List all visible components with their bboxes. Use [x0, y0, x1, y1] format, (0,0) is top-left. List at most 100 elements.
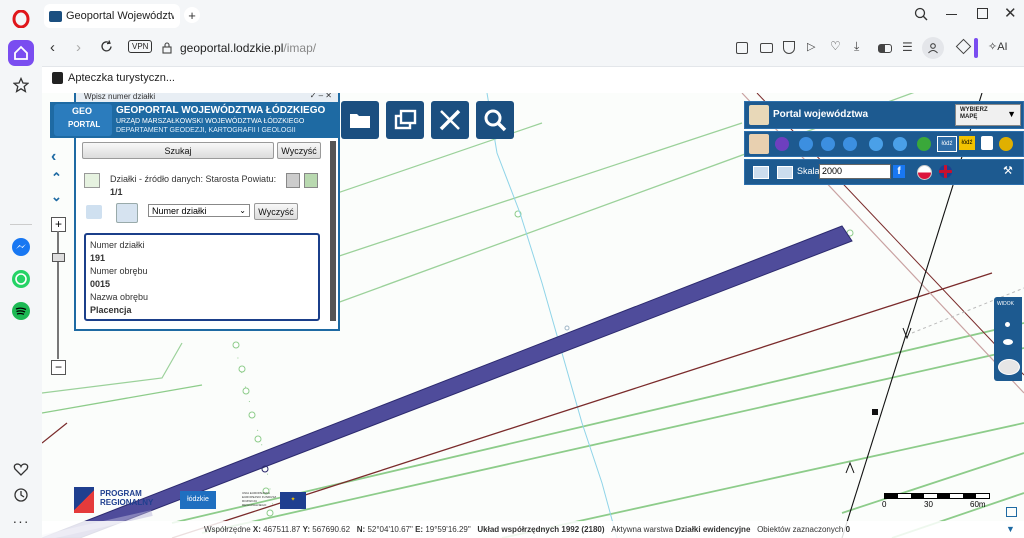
ai-button[interactable]: ✧AI: [988, 40, 1008, 53]
whatsapp-icon[interactable]: [8, 266, 34, 292]
more-icon[interactable]: ···: [8, 508, 34, 534]
parcel-search-panel: Wpisz numer działki ✓ – ✕ GEO PORTAL GEO…: [50, 93, 340, 331]
scale-row: Skala 2000 f ⚒: [744, 159, 1024, 185]
opera-logo-icon[interactable]: [8, 6, 34, 32]
fullscreen-icon[interactable]: [1006, 507, 1017, 517]
scale-bar-label-30: 30: [924, 500, 933, 509]
collapse-arrow-icon[interactable]: ▼: [1006, 524, 1015, 534]
scale-bar-label-0: 0: [882, 500, 887, 509]
home-icon[interactable]: [8, 40, 34, 66]
tab-geoportal[interactable]: Geoportal Województwa Ł: [44, 4, 180, 28]
close-icon[interactable]: ✕: [1004, 4, 1017, 22]
vpn-badge[interactable]: VPN: [128, 40, 153, 53]
portal-row: Portal województwa WYBIERZ MAPĘ ▼: [744, 101, 1024, 129]
map-print-icon[interactable]: [753, 166, 769, 179]
zoom-box-icon[interactable]: [775, 137, 789, 151]
windows-button[interactable]: [386, 101, 424, 139]
panel-controls-icon[interactable]: ✓ – ✕: [310, 93, 332, 100]
search-submit-button[interactable]: Szukaj: [82, 142, 274, 159]
search-button[interactable]: [476, 101, 514, 139]
zoom-slider-handle[interactable]: [52, 253, 65, 262]
zoom-slider-track[interactable]: [57, 231, 59, 359]
zoom-in-alt-icon[interactable]: [821, 137, 835, 151]
camera-icon[interactable]: [760, 43, 773, 53]
user-icon[interactable]: [981, 136, 993, 150]
browser-sidebar: ···: [0, 0, 42, 538]
info-icon[interactable]: [917, 137, 931, 151]
back-icon[interactable]: ‹: [50, 39, 55, 56]
scale-input[interactable]: 2000: [819, 164, 891, 179]
pan-up-icon[interactable]: ⌃: [51, 170, 62, 186]
print-icon[interactable]: [286, 173, 300, 188]
zoom-out-icon[interactable]: [843, 137, 857, 151]
new-tab-button[interactable]: +: [184, 7, 200, 23]
profile-icon[interactable]: [922, 37, 944, 59]
map-save-icon[interactable]: [777, 166, 793, 179]
status-bar: Współrzędne X: 467511.87 Y: 567690.62 N:…: [42, 521, 1024, 538]
lodz-button[interactable]: łódź: [937, 136, 957, 152]
scale-label: Skala: [797, 166, 820, 176]
measure-tools-button[interactable]: [431, 101, 469, 139]
choose-map-button[interactable]: WYBIERZ MAPĘ ▼: [955, 104, 1021, 126]
heart-url-icon[interactable]: ♡: [830, 39, 841, 53]
panel-scrollbar[interactable]: [330, 141, 336, 321]
prev-view-icon[interactable]: [869, 137, 883, 151]
map-canvas[interactable]: ‹ ⌃ ⌄ + − Wpisz numer działki ✓ – ✕ GEO …: [42, 93, 1024, 538]
url-field[interactable]: geoportal.lodzkie.pl/imap/: [180, 41, 316, 55]
minimize-icon[interactable]: [946, 14, 957, 15]
polish-flag-icon[interactable]: [917, 165, 932, 180]
filter-add-icon[interactable]: [86, 205, 102, 219]
restore-icon[interactable]: [977, 8, 988, 19]
send-icon[interactable]: ▷: [807, 40, 815, 53]
history-icon[interactable]: [8, 482, 34, 508]
battery-icon[interactable]: [878, 44, 892, 53]
zoom-out-button[interactable]: −: [51, 360, 66, 375]
english-flag-icon[interactable]: [939, 165, 952, 178]
result-label-1: Numer działki: [90, 240, 145, 250]
program-regionalny-logo: PROGRAM REGIONALNY: [74, 485, 154, 515]
eye-small-icon[interactable]: [1003, 339, 1013, 345]
map-thumb-icon[interactable]: [84, 173, 100, 188]
search-type-select[interactable]: Numer działki ⌄: [148, 204, 250, 217]
forward-icon[interactable]: ›: [76, 39, 81, 56]
sidebar-toggle-indicator[interactable]: [974, 38, 978, 58]
next-view-icon[interactable]: [893, 137, 907, 151]
e-label: E:: [415, 525, 424, 534]
pan-left-icon[interactable]: ‹: [51, 148, 56, 166]
shield-icon[interactable]: [783, 41, 795, 54]
ai-label: AI: [997, 41, 1008, 53]
user-search-icon[interactable]: [116, 203, 138, 223]
pan-down-icon[interactable]: ⌄: [51, 189, 62, 205]
search-tabs-icon[interactable]: [914, 7, 928, 26]
program-logo-flag-icon: [74, 487, 94, 513]
export-icon[interactable]: [304, 173, 318, 188]
spotify-icon[interactable]: [8, 298, 34, 324]
lodz-yellow-button[interactable]: łódź: [959, 136, 975, 150]
bookmark-label: Apteczka turystyczn...: [68, 72, 175, 84]
messenger-icon[interactable]: [8, 234, 34, 260]
heart-icon[interactable]: [8, 456, 34, 482]
clear-button-2[interactable]: Wyczyść: [254, 203, 298, 220]
bookmark-item[interactable]: Apteczka turystyczn...: [52, 72, 175, 84]
hand-pan-icon[interactable]: [749, 134, 769, 154]
cube-icon[interactable]: [955, 38, 972, 55]
edit-icon[interactable]: [736, 42, 748, 54]
eye-icon[interactable]: [998, 359, 1020, 375]
settings-sliders-icon[interactable]: ☰: [902, 40, 913, 54]
eu-logo: UNIA EUROPEJSKA EUROPEJSKI FUNDUSZ ROZWO…: [242, 490, 308, 510]
bookmarks-star-icon[interactable]: [8, 72, 34, 98]
result-box: Numer działki 191 Numer obrębu 0015 Nazw…: [84, 233, 320, 321]
panel-header-label: Wpisz numer działki: [84, 93, 156, 101]
clear-button[interactable]: Wyczyść: [277, 142, 321, 159]
view-dot-icon[interactable]: [1005, 322, 1010, 327]
open-folder-button[interactable]: [341, 101, 379, 139]
wrench-icon[interactable]: ⚒: [1003, 164, 1013, 177]
help-icon[interactable]: [999, 137, 1013, 151]
regionalny-label: REGIONALNY: [100, 498, 154, 507]
zoom-in-icon[interactable]: [799, 137, 813, 151]
e-value: 19°59'16.29": [425, 525, 471, 534]
download-icon[interactable]: ⤓: [854, 39, 859, 54]
facebook-icon[interactable]: f: [893, 165, 905, 178]
reload-icon[interactable]: [100, 40, 113, 58]
zoom-in-button[interactable]: +: [51, 217, 66, 232]
